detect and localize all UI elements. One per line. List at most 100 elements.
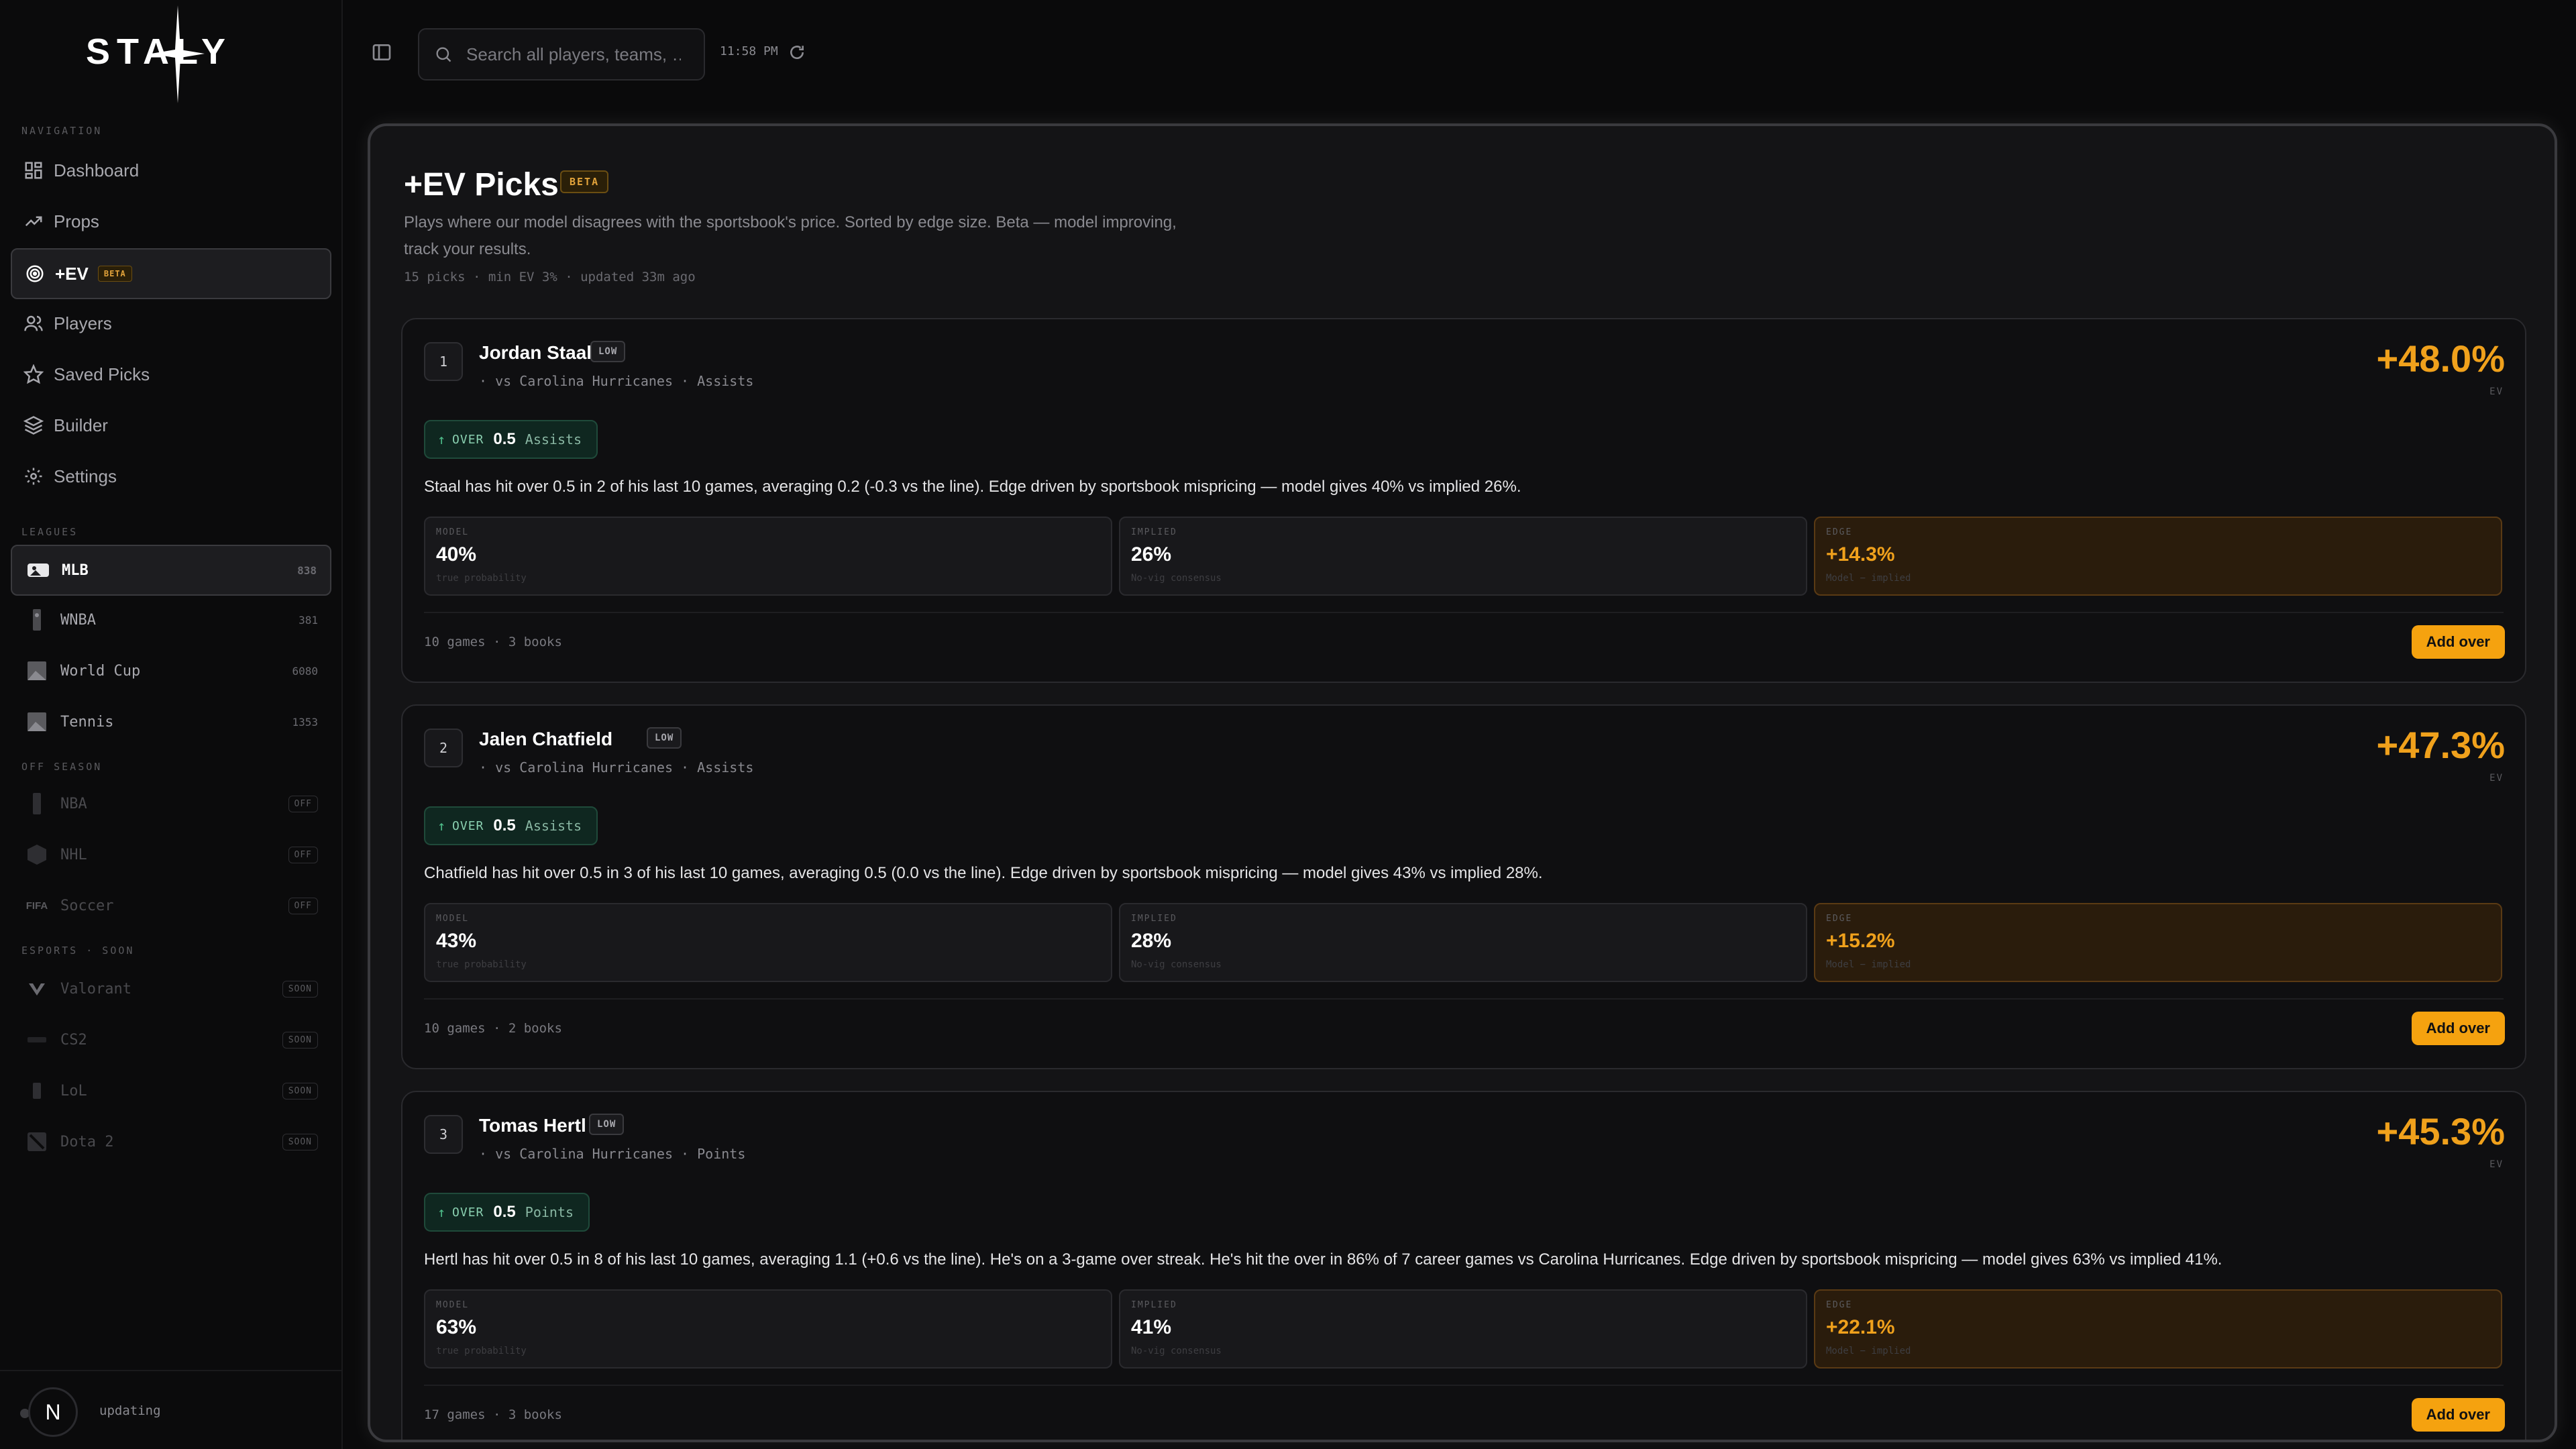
add-over-button[interactable]: Add over xyxy=(2411,1398,2505,1432)
card-meta: 10 games · 2 books xyxy=(424,1021,562,1036)
metric-label: IMPLIED xyxy=(1131,1300,1177,1310)
confidence-badge: LOW xyxy=(647,727,682,749)
nav-item-settings[interactable]: Settings xyxy=(11,452,331,500)
league-item-valorant[interactable]: Valorant SOON xyxy=(11,965,331,1013)
league-label: Soccer xyxy=(60,897,114,914)
pick-analysis: Staal has hit over 0.5 in 2 of his last … xyxy=(424,478,1521,496)
nav-label: Props xyxy=(54,211,99,231)
card-meta: 17 games · 3 books xyxy=(424,1407,562,1422)
add-over-button[interactable]: Add over xyxy=(2411,625,2505,659)
metric-label: MODEL xyxy=(436,527,470,537)
confidence-badge: LOW xyxy=(589,1114,625,1135)
clock-time: 11:58 PM xyxy=(720,44,778,58)
logo[interactable]: STALY xyxy=(0,0,341,107)
users-icon xyxy=(23,313,44,334)
metric-sub: Model − implied xyxy=(1826,959,1911,970)
add-over-button[interactable]: Add over xyxy=(2411,1012,2505,1045)
league-item-mlb[interactable]: MLB 838 xyxy=(11,545,331,596)
metric-value: 43% xyxy=(436,930,477,952)
offseason-section-label: OFF SEASON xyxy=(21,761,103,773)
nav-item-ev[interactable]: +EV BETA xyxy=(11,248,331,299)
mlb-logo-icon xyxy=(25,557,51,583)
metric-label: MODEL xyxy=(436,1300,470,1310)
ev-label: EV xyxy=(2489,386,2504,397)
card-meta: 10 games · 3 books xyxy=(424,635,562,649)
metric-label: IMPLIED xyxy=(1131,527,1177,537)
metric-label: EDGE xyxy=(1826,914,1853,924)
off-badge: OFF xyxy=(288,795,318,812)
lol-logo-icon xyxy=(24,1078,50,1104)
card-divider xyxy=(424,612,2504,613)
cs2-logo-icon xyxy=(24,1027,50,1053)
metric-sub: Model − implied xyxy=(1826,573,1911,584)
nav-label: Players xyxy=(54,313,112,333)
league-item-tennis[interactable]: Tennis 1353 xyxy=(11,698,331,746)
nav-item-builder[interactable]: Builder xyxy=(11,401,331,449)
nav-section-label: NAVIGATION xyxy=(21,125,103,137)
league-item-nba[interactable]: NBA OFF xyxy=(11,780,331,828)
fifa-logo-icon: FIFA xyxy=(25,900,48,912)
pick-line: 0.5 xyxy=(493,1203,516,1221)
soon-badge: SOON xyxy=(282,980,318,998)
star-icon xyxy=(23,364,44,385)
metric-sub: true probability xyxy=(436,959,527,970)
pick-stat: Assists xyxy=(525,431,582,447)
sidebar: STALY NAVIGATION Dashboard Props +EV BET… xyxy=(0,0,343,1449)
model-metric: MODEL 63% true probability xyxy=(424,1289,1112,1368)
player-name[interactable]: Jordan Staal xyxy=(479,342,592,364)
player-name[interactable]: Jalen Chatfield xyxy=(479,729,612,750)
avatar[interactable]: N xyxy=(28,1387,78,1437)
matchup: · vs Carolina Hurricanes · Assists xyxy=(479,759,754,775)
pick-card: 1 Jordan Staal LOW · vs Carolina Hurrica… xyxy=(401,318,2526,683)
league-item-cs2[interactable]: CS2 SOON xyxy=(11,1016,331,1064)
nav-item-players[interactable]: Players xyxy=(11,299,331,347)
soon-badge: SOON xyxy=(282,1031,318,1049)
metric-sub: No-vig consensus xyxy=(1131,959,1222,970)
nav-item-props[interactable]: Props xyxy=(11,197,331,246)
nba-logo-icon xyxy=(24,791,50,816)
status-text: updating xyxy=(99,1403,161,1418)
search-icon xyxy=(436,47,451,62)
metric-value: 26% xyxy=(1131,543,1172,566)
league-label: LoL xyxy=(60,1082,87,1099)
implied-metric: IMPLIED 28% No-vig consensus xyxy=(1119,903,1807,982)
search-box[interactable] xyxy=(418,28,705,80)
refresh-icon[interactable] xyxy=(788,44,806,61)
nav-label: +EV xyxy=(55,263,89,284)
pick-card: 3 Tomas Hertl LOW · vs Carolina Hurrican… xyxy=(401,1091,2526,1440)
metric-value: +22.1% xyxy=(1826,1316,1895,1338)
league-item-dota2[interactable]: Dota 2 SOON xyxy=(11,1118,331,1166)
trending-icon xyxy=(23,211,44,232)
sidebar-toggle-button[interactable] xyxy=(371,42,392,63)
nav-item-saved-picks[interactable]: Saved Picks xyxy=(11,350,331,398)
league-count: 6080 xyxy=(292,664,318,678)
nav-label: Dashboard xyxy=(54,160,140,180)
search-input[interactable] xyxy=(465,43,682,66)
league-item-world-cup[interactable]: World Cup 6080 xyxy=(11,647,331,695)
implied-metric: IMPLIED 26% No-vig consensus xyxy=(1119,517,1807,596)
nav-label: Saved Picks xyxy=(54,364,150,384)
league-item-soccer[interactable]: FIFA Soccer OFF xyxy=(11,881,331,930)
league-label: NBA xyxy=(60,795,87,812)
arrow-up-icon: ↑ xyxy=(437,431,446,447)
pick-stat: Assists xyxy=(525,818,582,834)
metric-label: IMPLIED xyxy=(1131,914,1177,924)
sidebar-toggle-icon xyxy=(372,44,391,60)
gear-icon xyxy=(23,466,44,487)
soon-badge: SOON xyxy=(282,1082,318,1099)
matchup: · vs Carolina Hurricanes · Assists xyxy=(479,373,754,389)
pick-chip: ↑ OVER 0.5 Points xyxy=(424,1193,590,1232)
nav-item-dashboard[interactable]: Dashboard xyxy=(11,146,331,195)
league-item-lol[interactable]: LoL SOON xyxy=(11,1067,331,1115)
page-meta: 15 picks · min EV 3% · updated 33m ago xyxy=(404,270,696,284)
pick-rank: 2 xyxy=(424,729,463,767)
league-item-wnba[interactable]: WNBA 381 xyxy=(11,596,331,644)
league-count: 838 xyxy=(297,564,317,577)
league-count: 381 xyxy=(299,613,318,627)
metric-sub: No-vig consensus xyxy=(1131,1346,1222,1356)
metric-sub: true probability xyxy=(436,1346,527,1356)
league-item-nhl[interactable]: NHL OFF xyxy=(11,830,331,879)
player-name[interactable]: Tomas Hertl xyxy=(479,1115,586,1136)
valorant-logo-icon xyxy=(24,976,50,1002)
metric-value: 63% xyxy=(436,1316,477,1338)
